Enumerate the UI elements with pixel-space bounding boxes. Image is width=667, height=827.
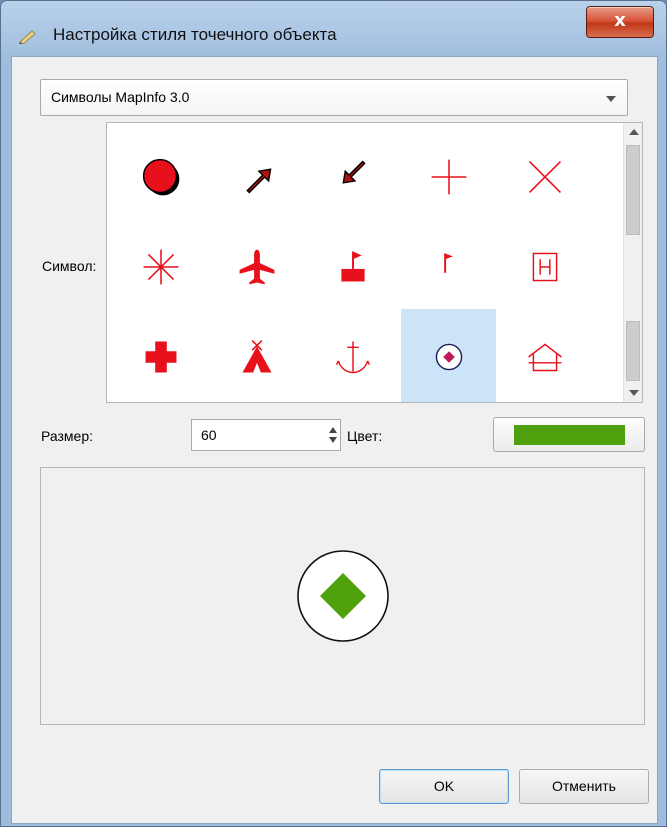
size-label: Размер:: [41, 428, 94, 444]
symbol-set-value: Символы MapInfo 3.0: [51, 89, 190, 105]
symbol-arrow-up-right[interactable]: [209, 129, 304, 224]
tent-icon: [242, 339, 271, 372]
dialog-body: Символы MapInfo 3.0 Символ: Размер: 60 Ц…: [11, 56, 658, 824]
small-flag-icon: [443, 252, 453, 273]
symbol-plus[interactable]: [401, 129, 496, 224]
size-value: 60: [201, 427, 217, 443]
color-picker-button[interactable]: [493, 417, 645, 452]
asterisk-icon: [143, 249, 178, 284]
airplane-icon: [239, 249, 274, 284]
diamond-in-circle-icon: [435, 343, 462, 370]
anchor-icon: [335, 341, 370, 373]
spin-arrows[interactable]: [326, 420, 340, 450]
scroll-down-button[interactable]: [624, 384, 642, 402]
hospital-h-icon: [532, 252, 557, 281]
symbol-grid[interactable]: [106, 122, 643, 403]
spin-up-icon[interactable]: [329, 427, 337, 433]
symbol-flag-on-base[interactable]: [305, 219, 400, 314]
title-bar[interactable]: Настройка стиля точечного объекта x: [1, 1, 666, 55]
symbol-label: Символ:: [42, 258, 97, 274]
symbol-red-cross[interactable]: [113, 309, 208, 402]
arrow-up-right-icon: [245, 167, 271, 193]
x-cross-icon: [528, 160, 561, 193]
size-spinbox[interactable]: 60: [191, 419, 341, 451]
symbol-anchor[interactable]: [305, 309, 400, 402]
preview-diamond-icon: [297, 550, 389, 642]
chevron-down-icon: [606, 96, 616, 102]
plus-icon: [431, 159, 466, 194]
house-icon: [527, 343, 562, 371]
cancel-button[interactable]: Отменить: [519, 769, 649, 804]
color-swatch: [514, 425, 625, 445]
flag-on-base-icon: [340, 251, 365, 281]
symbol-small-flag[interactable]: [401, 219, 496, 314]
symbol-preview: [40, 467, 645, 725]
scroll-up-button[interactable]: [624, 123, 642, 141]
dialog-window: Настройка стиля точечного объекта x Симв…: [0, 0, 667, 827]
color-label: Цвет:: [347, 428, 383, 444]
symbol-filled-circle[interactable]: [113, 129, 208, 224]
filled-circle-icon: [142, 158, 179, 195]
close-button[interactable]: x: [586, 6, 654, 38]
spin-down-icon[interactable]: [329, 437, 337, 443]
symbol-house[interactable]: [497, 309, 592, 402]
symbol-asterisk[interactable]: [113, 219, 208, 314]
ok-button[interactable]: OK: [379, 769, 509, 804]
chevron-down-icon: [629, 390, 639, 396]
symbol-diamond-in-circle[interactable]: [401, 309, 496, 402]
symbol-x-cross[interactable]: [497, 129, 592, 224]
scroll-track-segment[interactable]: [626, 321, 640, 381]
symbol-hospital-h[interactable]: [497, 219, 592, 314]
red-cross-icon: [145, 341, 176, 372]
symbol-grid-scrollbar[interactable]: [623, 123, 642, 402]
scroll-thumb[interactable]: [626, 145, 640, 235]
pencil-icon: [19, 30, 36, 44]
symbol-tent[interactable]: [209, 309, 304, 402]
window-title: Настройка стиля точечного объекта: [53, 25, 337, 44]
chevron-up-icon: [629, 129, 639, 135]
symbol-airplane[interactable]: [209, 219, 304, 314]
symbol-set-dropdown[interactable]: Символы MapInfo 3.0: [40, 79, 628, 116]
symbol-arrow-down-left[interactable]: [305, 129, 400, 224]
arrow-down-left-icon: [341, 160, 366, 184]
